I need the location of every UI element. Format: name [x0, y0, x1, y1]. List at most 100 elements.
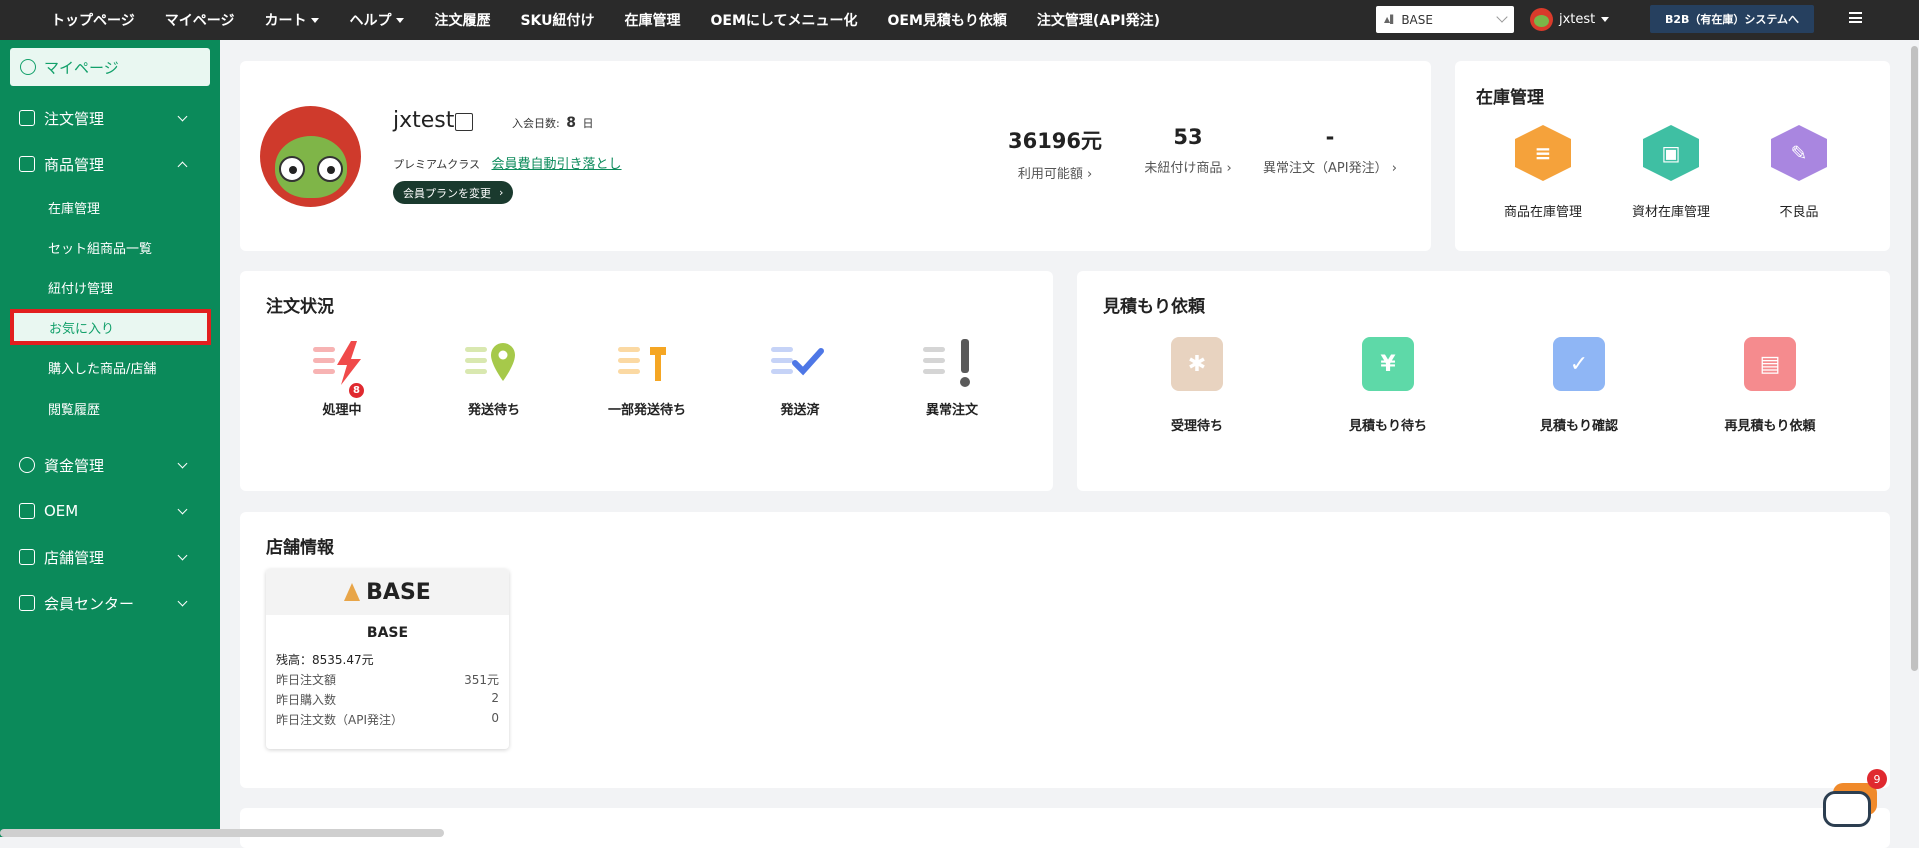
material-inventory-button[interactable]: ▣ 資材在庫管理: [1616, 125, 1726, 220]
clipboard-icon: ✱: [1171, 337, 1223, 391]
sidebar-sub-favorites[interactable]: お気に入り: [10, 309, 211, 345]
exclamation-icon: [921, 337, 983, 389]
chevron-down-icon: [177, 458, 188, 469]
nav-order-history[interactable]: 注文履歴: [434, 10, 490, 30]
base-logo-icon: [344, 583, 361, 601]
inventory-title: 在庫管理: [1476, 88, 1544, 108]
nav-api-order[interactable]: 注文管理(API発注): [1037, 10, 1160, 30]
sidebar-sub-history[interactable]: 閲覧履歴: [48, 399, 100, 418]
profile-avatar: [260, 106, 361, 207]
hamburger-menu-icon[interactable]: [1849, 12, 1862, 23]
store-stat-row: 昨日注文額 351元: [276, 673, 499, 687]
caret-down-icon: [311, 17, 320, 23]
next-section-card: [240, 808, 1890, 848]
sidebar-sub-link-mgmt[interactable]: 紐付け管理: [48, 278, 113, 297]
chat-bubble-icon: [1823, 791, 1871, 827]
chevron-down-icon: [177, 504, 188, 515]
nav-sku-link[interactable]: SKU紐付け: [520, 10, 594, 30]
checkmark-icon: [769, 337, 831, 389]
yen-icon: [19, 457, 35, 473]
sidebar-sub-purchased[interactable]: 購入した商品/店舗: [48, 358, 156, 377]
nav-cart[interactable]: カート: [264, 10, 320, 30]
avatar: [1530, 8, 1553, 31]
store-logo: BASE: [266, 569, 509, 615]
stat-abnormal-orders[interactable]: - 異常注文（API発注） ›: [1250, 125, 1410, 176]
sidebar-sub-set-products[interactable]: セット組商品一覧: [48, 238, 152, 257]
chat-widget[interactable]: 9: [1823, 769, 1887, 829]
status-abnormal[interactable]: 異常注文: [897, 337, 1007, 418]
processing-count-badge: 8: [349, 383, 364, 398]
defective-button[interactable]: ✎ 不良品: [1744, 125, 1854, 220]
b2b-system-button[interactable]: B2B（有在庫）システムへ: [1650, 5, 1814, 33]
quote-awaiting-estimate[interactable]: ¥ 見積もり待ち: [1318, 337, 1458, 434]
store-tile-base[interactable]: BASE BASE 残高：8535.47元 昨日注文額 351元 昨日購入数 2…: [266, 569, 509, 749]
status-partial-shipment[interactable]: 一部発送待ち: [592, 337, 702, 418]
top-nav-menu: トップページ マイページ カート ヘルプ 注文履歴 SKU紐付け 在庫管理 OE…: [0, 0, 1190, 40]
sidebar-sub-inventory[interactable]: 在庫管理: [48, 198, 100, 217]
horizontal-scrollbar[interactable]: [0, 829, 444, 837]
membership-class: プレミアムクラス 会員費自動引き落とし: [393, 157, 622, 172]
store-stat-row: 昨日注文数（API発注） 0: [276, 711, 499, 727]
edit-icon[interactable]: [455, 113, 473, 131]
bookmark-check-icon: ✓: [1553, 337, 1605, 391]
calendar-cart-icon: ▤: [1744, 337, 1796, 391]
product-inventory-button[interactable]: ≡ 商品在庫管理: [1488, 125, 1598, 220]
lightning-icon: 8: [311, 337, 373, 398]
nav-help[interactable]: ヘルプ: [349, 10, 405, 30]
store-icon: [19, 549, 35, 565]
status-processing[interactable]: 8 処理中: [287, 337, 397, 418]
nav-inventory[interactable]: 在庫管理: [625, 10, 681, 30]
join-days: 入会日数: 8 日: [512, 115, 594, 131]
profile-card: jxtest 入会日数: 8 日 プレミアムクラス 会員費自動引き落とし 会員プ…: [240, 61, 1431, 251]
nav-mypage[interactable]: マイページ: [165, 10, 235, 30]
sidebar-item-product-mgmt[interactable]: 商品管理: [0, 146, 220, 182]
caret-down-icon: [1601, 17, 1610, 22]
store-stat-row: 昨日購入数 2: [276, 691, 499, 707]
sidebar-item-order-mgmt[interactable]: 注文管理: [0, 100, 220, 136]
stat-unlinked-products[interactable]: 53 未紐付け商品 ›: [1123, 125, 1253, 176]
quote-re-request[interactable]: ▤ 再見積もり依頼: [1700, 337, 1840, 434]
chevron-down-icon: [177, 596, 188, 607]
order-list-icon: [19, 110, 35, 126]
chevron-down-icon: [177, 111, 188, 122]
nav-oem-menu[interactable]: OEMにしてメニュー化: [711, 10, 858, 30]
store-balance: 残高：8535.47元: [276, 653, 374, 667]
quote-awaiting-acceptance[interactable]: ✱ 受理待ち: [1127, 337, 1267, 434]
status-awaiting-shipment[interactable]: 発送待ち: [439, 337, 549, 418]
product-box-icon: ≡: [1515, 125, 1571, 181]
change-plan-button[interactable]: 会員プランを変更 ›: [393, 181, 514, 204]
profile-username: jxtest: [393, 108, 455, 133]
chevron-down-icon: [177, 550, 188, 561]
autopay-link[interactable]: 会員費自動引き落とし: [492, 157, 622, 172]
store-info-title: 店舗情報: [266, 538, 334, 558]
nav-oem-quote[interactable]: OEM見積もり依頼: [888, 10, 1007, 30]
sidebar-item-fund-mgmt[interactable]: 資金管理: [0, 447, 220, 483]
sidebar: マイページ 注文管理 商品管理 在庫管理 セット組商品一覧 紐付け管理 お気に入…: [0, 40, 220, 837]
sidebar-item-oem[interactable]: OEM: [0, 493, 220, 529]
order-status-card: 注文状況 8 処理中 発送待ち 一部発送待ち 発送済 異常注文: [240, 271, 1053, 491]
shop-select[interactable]: ▲▌ BASE: [1376, 6, 1514, 33]
shop-logo-icon: ▲▌: [1384, 15, 1397, 24]
chevron-right-icon: ›: [499, 186, 504, 199]
oem-icon: [19, 503, 35, 519]
quote-confirm[interactable]: ✓ 見積もり確認: [1509, 337, 1649, 434]
location-pin-icon: [463, 337, 525, 389]
wrench-icon: ✎: [1771, 125, 1827, 181]
yen-clipboard-icon: ¥: [1362, 337, 1414, 391]
store-name: BASE: [366, 625, 409, 641]
status-shipped[interactable]: 発送済: [745, 337, 855, 418]
stat-available-amount[interactable]: 36196元 利用可能額 ›: [990, 125, 1120, 182]
sidebar-item-member-center[interactable]: 会員センター: [0, 585, 220, 621]
nav-top-page[interactable]: トップページ: [51, 10, 135, 30]
vertical-scrollbar[interactable]: [1910, 40, 1919, 837]
wrench-icon: [616, 337, 678, 389]
user-menu[interactable]: jxtest: [1530, 8, 1610, 31]
bag-icon: ▣: [1643, 125, 1699, 181]
quote-title: 見積もり依頼: [1103, 297, 1205, 317]
top-navbar: トップページ マイページ カート ヘルプ 注文履歴 SKU紐付け 在庫管理 OE…: [0, 0, 1919, 40]
quote-request-card: 見積もり依頼 ✱ 受理待ち ¥ 見積もり待ち ✓ 見積もり確認 ▤ 再見積もり依…: [1077, 271, 1890, 491]
shopping-bag-icon: [19, 156, 35, 172]
sidebar-item-store-mgmt[interactable]: 店舗管理: [0, 539, 220, 575]
sidebar-item-mypage[interactable]: マイページ: [10, 48, 210, 86]
caret-down-icon: [396, 17, 405, 23]
